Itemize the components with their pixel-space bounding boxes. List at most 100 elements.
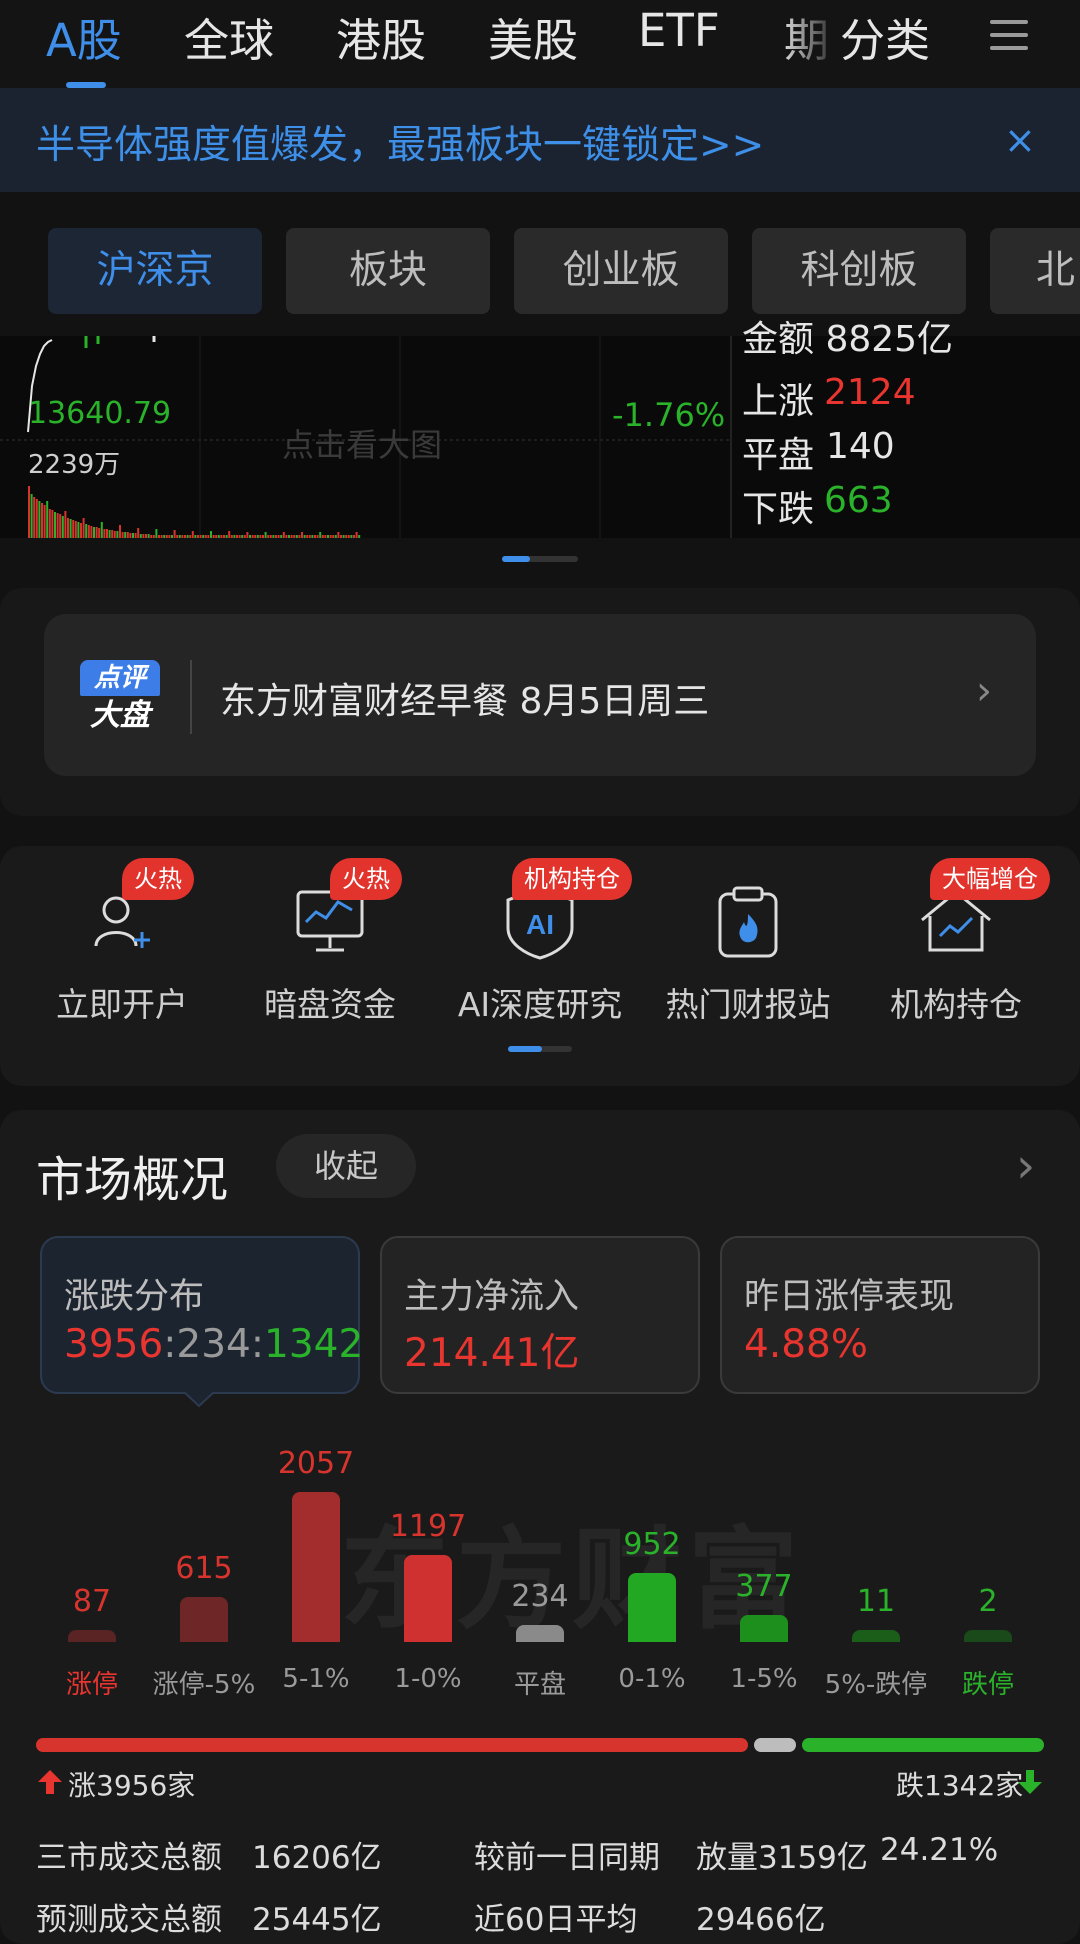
volume-bar — [69, 519, 72, 538]
chip-chinext[interactable]: 创业板 — [514, 228, 728, 314]
distribution-value-label: 1197 — [389, 1509, 467, 1544]
box-main-inflow[interactable]: 主力净流入 214.41亿 — [380, 1236, 700, 1394]
box-title: 主力净流入 — [404, 1277, 580, 1317]
volume-bar — [277, 535, 280, 538]
tab-hk[interactable]: 港股 — [336, 4, 426, 69]
volume-bar — [74, 521, 77, 538]
volume-bar — [243, 535, 246, 538]
volume-bar — [324, 535, 327, 538]
arrow-up-icon — [38, 1770, 62, 1794]
index-mini-chart[interactable]: 13640.79 -1.76% 点击看大图 2239万 金额 8825亿 上涨 … — [0, 319, 1080, 538]
volume-bar — [30, 494, 33, 538]
volume-bar — [194, 535, 197, 538]
flat-count: 140 — [826, 426, 895, 467]
distribution-value-label: 2 — [978, 1584, 998, 1619]
volume-bar — [168, 535, 171, 538]
volume-bar — [80, 523, 82, 538]
volume-bar — [191, 531, 194, 538]
volume-bar — [46, 501, 49, 538]
close-icon[interactable]: × — [1004, 118, 1036, 162]
chip-star[interactable]: 科创板 — [752, 228, 966, 314]
volume-bar — [173, 530, 176, 538]
box-distribution[interactable]: 涨跌分布 3956:234:1342 — [40, 1236, 364, 1394]
volume-bar — [139, 534, 142, 538]
volume-bar — [345, 535, 348, 538]
volume-bar — [207, 535, 210, 538]
volume-bar — [199, 535, 202, 538]
distribution-category-label: 5-1% — [282, 1664, 350, 1694]
morning-news-card[interactable]: 点评 大盘 东方财富财经早餐 8月5日周三 › — [44, 614, 1036, 776]
banner-text[interactable]: 半导体强度值爆发，最强板块一键锁定>> — [36, 114, 764, 170]
volume-bar — [230, 535, 233, 538]
menu-icon[interactable] — [990, 14, 1028, 54]
tab-etf[interactable]: ETF — [638, 4, 720, 57]
volume-bar — [212, 535, 215, 538]
volume-bar — [223, 535, 225, 538]
volume-bar — [147, 534, 150, 538]
volume-bar — [254, 535, 257, 538]
volume-bar — [87, 525, 90, 538]
forecast-label: 预测成交总额 — [36, 1902, 222, 1938]
logo-top: 点评 — [80, 660, 160, 696]
collapse-button[interactable]: 收起 — [276, 1134, 416, 1198]
chevron-right-icon[interactable]: › — [1016, 1138, 1035, 1194]
fall-total: 跌1342家 — [896, 1769, 1024, 1802]
avg60-value: 29466亿 — [696, 1902, 826, 1938]
chip-beijing[interactable]: 北 — [990, 228, 1080, 314]
box-limitup-performance[interactable]: 昨日涨停表现 4.88% — [720, 1236, 1040, 1394]
volume-bar — [93, 527, 95, 538]
limitup-performance-value: 4.88% — [744, 1322, 868, 1367]
tab-a-shares[interactable]: A股 — [46, 4, 122, 69]
tab-global[interactable]: 全球 — [184, 4, 274, 69]
distribution-value-label: 234 — [511, 1579, 569, 1614]
volume-bar — [327, 535, 329, 538]
volume-bar — [340, 535, 342, 538]
distribution-value: 3956:234:1342 — [64, 1322, 364, 1367]
distribution-value-label: 377 — [735, 1569, 793, 1604]
news-title: 东方财富财经早餐 8月5日周三 — [220, 681, 710, 722]
promo-banner[interactable]: 半导体强度值爆发，最强板块一键锁定>> × — [0, 88, 1080, 192]
chart-divider — [730, 336, 732, 538]
volume-bar — [236, 535, 238, 538]
volume-bar — [217, 535, 220, 538]
volume-bar — [272, 535, 275, 538]
volume-bar — [334, 535, 337, 538]
shortcut-label: 机构持仓 — [890, 985, 1022, 1024]
volume-bar — [355, 532, 358, 538]
volume-bar — [98, 528, 101, 538]
volume-bar — [54, 512, 56, 538]
top-nav: A股 全球 港股 美股 ETF 期 分类 — [0, 0, 1080, 88]
tab-fade — [780, 0, 840, 80]
volume-bar — [103, 529, 106, 538]
volume-bar — [241, 535, 244, 538]
chip-sectors[interactable]: 板块 — [286, 228, 490, 314]
volume-bar — [358, 535, 361, 538]
dianping-dapan-logo: 点评 大盘 — [80, 660, 160, 736]
volume-bar — [41, 503, 43, 538]
volume-bar — [100, 522, 103, 538]
volume-bar — [106, 529, 108, 538]
down-count: 663 — [824, 480, 893, 521]
breadth-bar — [36, 1738, 1044, 1752]
chart-hint: 点击看大图 — [282, 426, 443, 464]
volume-bar — [264, 532, 267, 538]
volume-bar — [337, 532, 340, 538]
volume-bar — [137, 528, 140, 538]
forecast-value: 25445亿 — [252, 1902, 382, 1938]
volume-bar — [220, 535, 223, 538]
volume-bar — [251, 535, 254, 538]
volume-bar — [171, 535, 173, 538]
volume-bar — [152, 535, 155, 538]
volume-bar — [319, 532, 322, 538]
tab-category[interactable]: 分类 — [840, 4, 930, 69]
flat-label: 平盘 — [742, 435, 815, 476]
volume-bar — [61, 516, 64, 538]
shortcut-label: AI深度研究 — [457, 985, 623, 1024]
tab-us[interactable]: 美股 — [488, 4, 578, 69]
volume-bar — [275, 535, 277, 538]
distribution-category-label: 平盘 — [513, 1670, 566, 1700]
breadth-up — [36, 1738, 748, 1752]
chip-hushenjing[interactable]: 沪深京 — [48, 228, 262, 314]
volume-bar — [316, 535, 319, 538]
volume-bar — [225, 535, 228, 538]
